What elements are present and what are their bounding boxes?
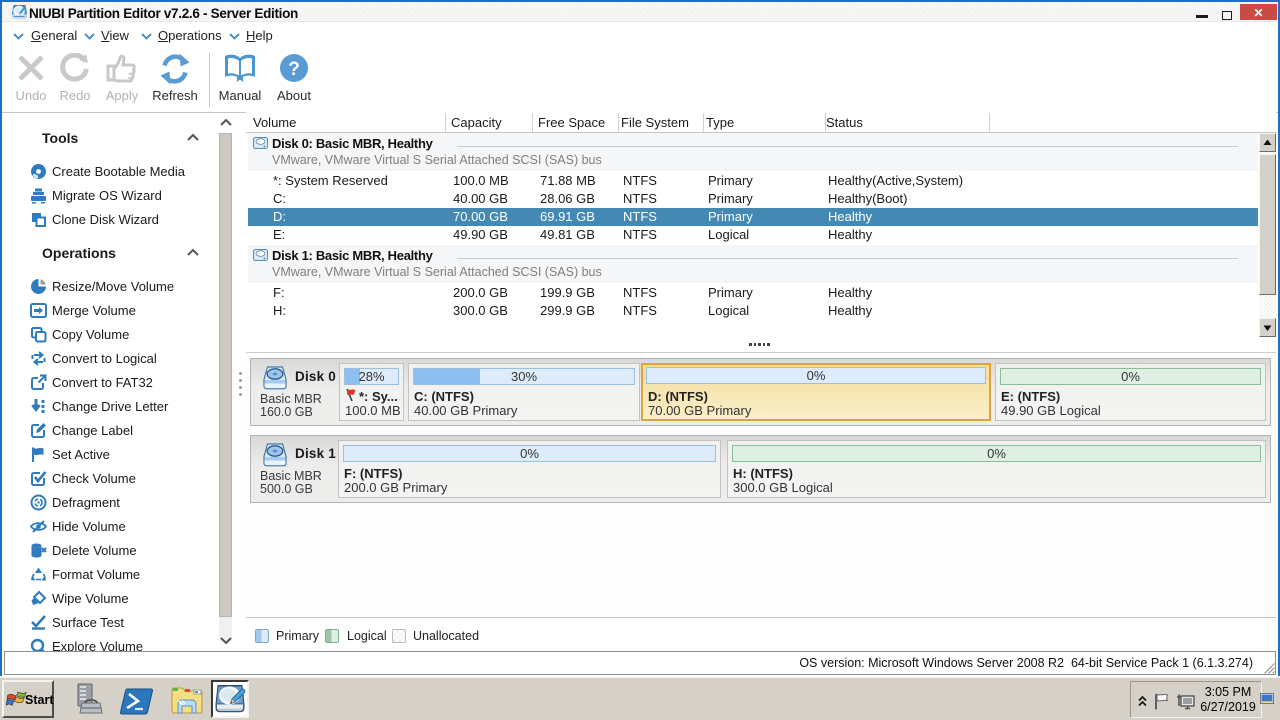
svg-text:?: ?: [288, 59, 300, 80]
